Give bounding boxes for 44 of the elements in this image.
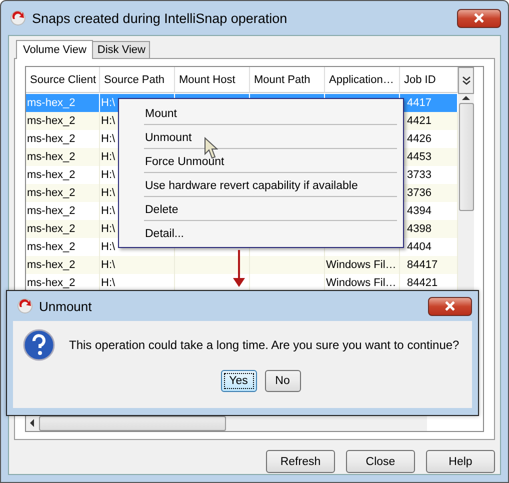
dialog-button[interactable]: Close bbox=[346, 450, 415, 473]
column-header[interactable]: Mount Host bbox=[175, 67, 250, 93]
tab[interactable]: Volume View bbox=[16, 40, 94, 59]
close-icon bbox=[473, 13, 485, 23]
menu-item[interactable]: Delete bbox=[144, 197, 397, 221]
menu-item[interactable]: Use hardware revert capability if available bbox=[144, 173, 397, 197]
dialog-button[interactable]: Refresh bbox=[266, 450, 335, 473]
horizontal-scrollbar[interactable] bbox=[26, 415, 427, 431]
up-arrow-icon[interactable] bbox=[462, 95, 470, 101]
table-cell[interactable]: ms-hex_2 bbox=[26, 220, 100, 238]
table-cell[interactable]: ms-hex_2 bbox=[26, 184, 100, 202]
table-cell[interactable]: H:\ bbox=[100, 256, 175, 274]
arrow-icon bbox=[232, 250, 246, 288]
menu-item[interactable]: Detail... bbox=[144, 221, 397, 245]
chevron-icon bbox=[462, 76, 470, 86]
close-button[interactable] bbox=[457, 8, 501, 28]
column-header[interactable]: Source Client bbox=[26, 67, 100, 93]
cursor-icon bbox=[204, 137, 218, 159]
dialog-button[interactable]: Help bbox=[426, 450, 495, 473]
column-header[interactable]: Job ID bbox=[400, 67, 458, 93]
tab[interactable]: Disk View bbox=[92, 41, 150, 58]
dialog-button[interactable]: No bbox=[264, 370, 300, 392]
table-cell[interactable]: ms-hex_2 bbox=[26, 256, 100, 274]
column-header[interactable]: Application… bbox=[325, 67, 400, 93]
table-cell[interactable] bbox=[250, 256, 325, 274]
menu-item[interactable]: Mount bbox=[144, 101, 397, 125]
window-title: Snaps created during IntelliSnap operation bbox=[32, 10, 288, 26]
table-cell[interactable]: Windows Fil… bbox=[325, 256, 400, 274]
column-header[interactable]: Mount Path bbox=[250, 67, 325, 93]
column-header[interactable]: Source Path bbox=[100, 67, 175, 93]
dialog-button[interactable]: Yes bbox=[220, 370, 256, 392]
question-icon bbox=[23, 329, 55, 361]
close-icon bbox=[444, 301, 456, 311]
table-cell[interactable] bbox=[175, 256, 250, 274]
table-cell[interactable]: ms-hex_2 bbox=[26, 112, 100, 130]
column-menu-button[interactable] bbox=[458, 67, 474, 94]
close-button[interactable] bbox=[428, 296, 472, 316]
table-cell[interactable]: 84417 bbox=[400, 256, 458, 274]
app-logo-icon bbox=[17, 298, 33, 314]
dialog-message: This operation could take a long time. Are you sure you want to continue? bbox=[69, 338, 460, 352]
app-logo-icon bbox=[10, 10, 26, 26]
table-cell[interactable]: ms-hex_2 bbox=[26, 148, 100, 166]
left-arrow-icon[interactable] bbox=[30, 419, 35, 427]
dialog-title: Unmount bbox=[39, 298, 93, 314]
